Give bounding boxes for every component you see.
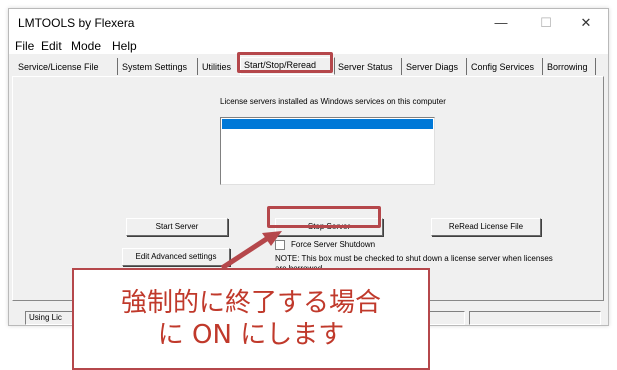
annotation-line-1: 強制的に終了する場合 — [120, 288, 381, 318]
annotation-callout: 強制的に終了する場合 に ON にします — [72, 268, 430, 370]
annotation-line-2: に ON にします — [157, 320, 345, 350]
callout-arrow-line — [220, 235, 270, 271]
